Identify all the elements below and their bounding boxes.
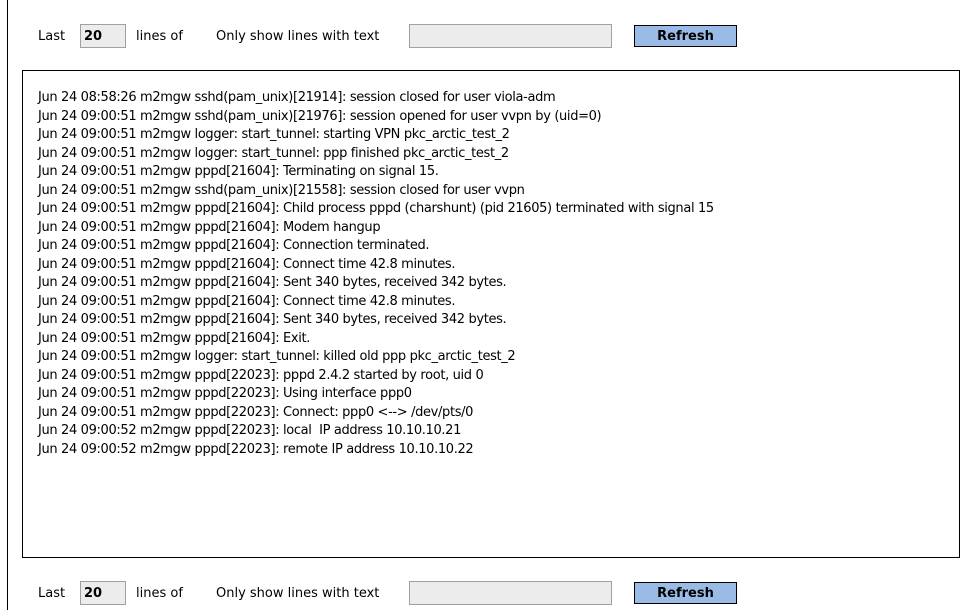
lines-of-label: lines of — [136, 28, 183, 44]
log-line: Jun 24 08:58:26 m2mgw sshd(pam_unix)[219… — [38, 90, 556, 105]
log-line: Jun 24 09:00:51 m2mgw pppd[22023]: Using… — [38, 386, 412, 401]
refresh-button[interactable]: Refresh — [634, 25, 737, 47]
log-line: Jun 24 09:00:51 m2mgw pppd[22023]: pppd … — [38, 367, 484, 383]
log-line: Jun 24 09:00:51 m2mgw sshd(pam_unix)[219… — [38, 108, 602, 124]
log-line: Jun 24 09:00:51 m2mgw pppd[21604]: Sent … — [38, 312, 507, 327]
log-line: Jun 24 09:00:51 m2mgw sshd(pam_unix)[215… — [38, 182, 525, 198]
log-line: Jun 24 09:00:51 m2mgw pppd[21604]: Exit. — [38, 330, 311, 346]
log-lines-list: Jun 24 08:58:26 m2mgw sshd(pam_unix)[219… — [38, 89, 714, 459]
line-count-input[interactable] — [80, 581, 126, 605]
bottom-filter-toolbar: Last lines of Only show lines with text … — [38, 579, 737, 607]
filter-label: Only show lines with text — [216, 28, 380, 44]
log-line: Jun 24 09:00:51 m2mgw pppd[22023]: Conne… — [38, 404, 474, 420]
log-line: Jun 24 09:00:52 m2mgw pppd[22023]: remot… — [38, 441, 474, 457]
log-line: Jun 24 09:00:51 m2mgw logger: start_tunn… — [38, 349, 516, 364]
log-line: Jun 24 09:00:51 m2mgw pppd[21604]: Modem… — [38, 219, 381, 235]
log-line: Jun 24 09:00:51 m2mgw pppd[21604]: Sent … — [38, 275, 507, 290]
refresh-button[interactable]: Refresh — [634, 582, 737, 604]
log-line: Jun 24 09:00:51 m2mgw pppd[21604]: Conne… — [38, 293, 456, 309]
log-line: Jun 24 09:00:51 m2mgw pppd[21604]: Conne… — [38, 238, 430, 253]
log-line: Jun 24 09:00:52 m2mgw pppd[22023]: local… — [38, 423, 462, 438]
last-label: Last — [38, 28, 66, 44]
log-line: Jun 24 09:00:51 m2mgw pppd[21604]: Conne… — [38, 256, 456, 272]
filter-label: Only show lines with text — [216, 585, 380, 601]
log-line: Jun 24 09:00:51 m2mgw logger: start_tunn… — [38, 127, 510, 142]
last-label: Last — [38, 585, 66, 601]
filter-text-input[interactable] — [409, 581, 612, 605]
log-line: Jun 24 09:00:51 m2mgw logger: start_tunn… — [38, 145, 509, 161]
log-line: Jun 24 09:00:51 m2mgw pppd[21604]: Termi… — [38, 164, 439, 179]
top-filter-toolbar: Last lines of Only show lines with text … — [38, 22, 737, 50]
left-border-rule — [7, 0, 8, 610]
log-output-panel: Jun 24 08:58:26 m2mgw sshd(pam_unix)[219… — [22, 70, 960, 558]
filter-text-input[interactable] — [409, 24, 612, 48]
line-count-input[interactable] — [80, 24, 126, 48]
lines-of-label: lines of — [136, 585, 183, 601]
log-line: Jun 24 09:00:51 m2mgw pppd[21604]: Child… — [38, 201, 714, 216]
